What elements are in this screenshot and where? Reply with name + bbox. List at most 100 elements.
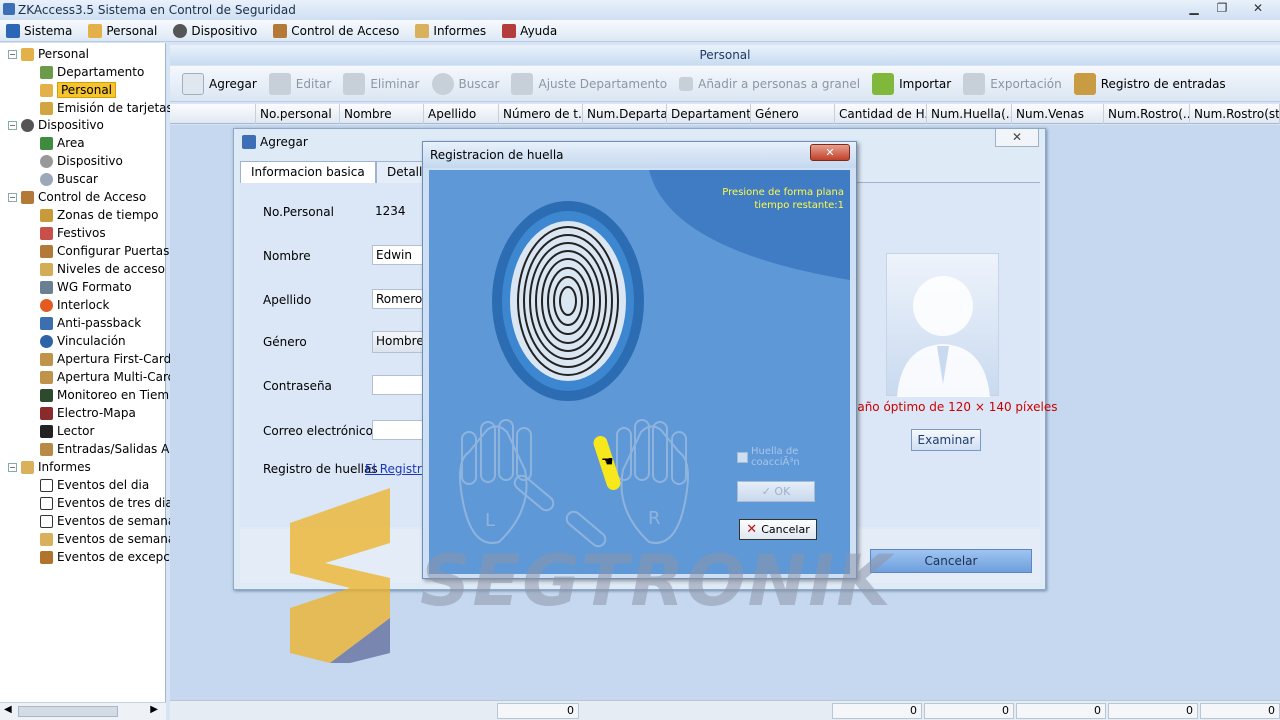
col-departamento[interactable]: Departamento xyxy=(667,103,751,124)
col-no-personal[interactable]: No.personal xyxy=(256,103,340,124)
coaccion-checkbox-row[interactable]: Huella de coacciÃ³n xyxy=(737,446,850,468)
report-icon xyxy=(415,23,430,38)
department-icon xyxy=(40,65,53,79)
menu-personal[interactable]: Personal xyxy=(88,23,157,38)
tree-item-zonas-tiempo[interactable]: Zonas de tiempo xyxy=(40,206,158,224)
apellido-field[interactable]: Romero xyxy=(372,289,428,309)
exportacion-button[interactable]: Exportación xyxy=(963,72,1062,95)
ok-button[interactable]: ✓ OK xyxy=(737,481,815,502)
sidebar-horizontal-scrollbar[interactable]: ◀ ▶ xyxy=(0,702,166,720)
registro-huellas-link[interactable]: El Registro xyxy=(365,462,429,476)
no-personal-field[interactable]: 1234 xyxy=(372,202,428,222)
editar-button[interactable]: Editar xyxy=(268,72,331,95)
tree-item-configurar-puertas[interactable]: Configurar Puertas xyxy=(40,242,169,260)
eliminar-button[interactable]: Eliminar xyxy=(343,72,420,95)
anadir-granel-button[interactable]: Añadir a personas a granel xyxy=(679,76,860,91)
col-num-huella[interactable]: Num.Huella(... xyxy=(927,103,1012,124)
tree-item-eventos-excepcion[interactable]: Eventos de excepcio xyxy=(40,548,181,566)
tree-item-dispositivo[interactable]: Dispositivo xyxy=(40,152,123,170)
tree-item-anti-passback[interactable]: Anti-passback xyxy=(40,314,141,332)
map-icon xyxy=(40,406,53,420)
collapse-toggle-icon[interactable]: − xyxy=(8,192,17,202)
tree-item-eventos-tres-dias[interactable]: Eventos de tres dias xyxy=(40,494,179,512)
tree-item-eventos-dia[interactable]: Eventos del dia xyxy=(40,476,149,494)
tree-item-apertura-first-card[interactable]: Apertura First-Card xyxy=(40,350,171,368)
col-num-rostro[interactable]: Num.Rostro(... xyxy=(1104,103,1190,124)
examinar-button[interactable]: Examinar xyxy=(911,429,981,451)
tree-item-eventos-semana[interactable]: Eventos de semana xyxy=(40,512,175,530)
menu-control-acceso[interactable]: Control de Acceso xyxy=(273,23,399,38)
correo-field[interactable] xyxy=(372,420,428,440)
scroll-right-icon[interactable]: ▶ xyxy=(150,704,158,715)
status-count: 0 xyxy=(1016,703,1106,719)
report-icon xyxy=(21,460,34,474)
col-num-departamento[interactable]: Num.Departa... xyxy=(583,103,667,124)
tree-item-emision-tarjetas[interactable]: Emisión de tarjetas xyxy=(40,99,173,117)
tree-item-apertura-multi-card[interactable]: Apertura Multi-Card xyxy=(40,368,175,386)
tree-item-eventos-semana-2[interactable]: Eventos de semana xyxy=(40,530,175,548)
tree-item-wg-formato[interactable]: WG Formato xyxy=(40,278,132,296)
agregar-close-button[interactable]: ✕ xyxy=(995,129,1039,147)
tree-group-personal[interactable]: − Personal xyxy=(8,45,89,63)
tree-group-dispositivo[interactable]: − Dispositivo xyxy=(8,116,104,134)
ajuste-departamento-button[interactable]: Ajuste Departamento xyxy=(511,72,667,95)
agregar-cancel-button[interactable]: Cancelar xyxy=(870,549,1032,573)
scroll-left-icon[interactable]: ◀ xyxy=(4,704,12,715)
tree-item-departamento[interactable]: Departamento xyxy=(40,63,144,81)
col-genero[interactable]: Género xyxy=(751,103,835,124)
maximize-button[interactable]: ❐ xyxy=(1208,0,1236,18)
scroll-thumb[interactable] xyxy=(18,706,118,717)
huella-title: Registracion de huella xyxy=(423,142,856,168)
tree-item-interlock[interactable]: Interlock xyxy=(40,296,109,314)
col-num-rostro-st[interactable]: Num.Rostro(st... xyxy=(1190,103,1280,124)
photo-placeholder xyxy=(886,253,999,397)
huella-body: L R ☚ Presione de forma plana tiempo res… xyxy=(429,170,850,574)
tree-group-informes[interactable]: − Informes xyxy=(8,458,91,476)
collapse-toggle-icon[interactable]: − xyxy=(8,49,17,59)
tree-item-vinculacion[interactable]: Vinculación xyxy=(40,332,126,350)
tree-group-control-acceso[interactable]: − Control de Acceso xyxy=(8,188,146,206)
registro-entradas-button[interactable]: Registro de entradas xyxy=(1073,72,1226,95)
genero-select[interactable]: Hombre xyxy=(372,331,428,353)
tree-item-niveles-acceso[interactable]: Niveles de acceso xyxy=(40,260,165,278)
menu-sistema[interactable]: Sistema xyxy=(6,23,72,38)
nombre-field[interactable]: Edwin xyxy=(372,245,428,265)
collapse-toggle-icon[interactable]: − xyxy=(8,462,17,472)
menu-ayuda[interactable]: Ayuda xyxy=(502,23,557,38)
sidebar-tree: − Personal Departamento Personal Emisión … xyxy=(0,43,184,720)
tree-item-area[interactable]: Area xyxy=(40,134,85,152)
tree-item-lector[interactable]: Lector xyxy=(40,422,94,440)
collapse-toggle-icon[interactable]: − xyxy=(8,120,17,130)
col-cantidad-huellas[interactable]: Cantidad de H... xyxy=(835,103,927,124)
select-all-cell[interactable] xyxy=(170,104,220,124)
tree-item-buscar[interactable]: Buscar xyxy=(40,170,98,188)
genero-label: Género xyxy=(263,335,307,349)
col-numero-tarjeta[interactable]: Número de t... xyxy=(499,103,583,124)
report-icon xyxy=(40,532,53,546)
minimize-button[interactable]: ▁ xyxy=(1180,0,1208,18)
buscar-button[interactable]: Buscar xyxy=(431,72,499,95)
col-apellido[interactable]: Apellido xyxy=(424,103,499,124)
col-nombre[interactable]: Nombre xyxy=(340,103,424,124)
col-num-venas[interactable]: Num.Venas xyxy=(1012,103,1104,124)
importar-button[interactable]: Importar xyxy=(872,72,951,95)
tree-item-monitoreo[interactable]: Monitoreo en Tiempo xyxy=(40,386,184,404)
tree-item-festivos[interactable]: Festivos xyxy=(40,224,106,242)
tree-item-personal[interactable]: Personal xyxy=(40,81,117,99)
tab-informacion-basica[interactable]: Informacion basica xyxy=(240,161,376,183)
person-icon xyxy=(88,23,103,38)
huella-cancel-button[interactable]: ✕ Cancelar xyxy=(739,519,817,540)
close-window-button[interactable]: ✕ xyxy=(1240,0,1276,18)
menu-dispositivo[interactable]: Dispositivo xyxy=(173,23,257,38)
grid-header: No.personal Nombre Apellido Número de t.… xyxy=(170,103,1280,124)
coaccion-checkbox[interactable] xyxy=(737,451,748,463)
tree-item-entradas-salidas[interactable]: Entradas/Salidas Au xyxy=(40,440,177,458)
nombre-label: Nombre xyxy=(263,249,311,263)
menu-informes[interactable]: Informes xyxy=(415,23,486,38)
key-icon xyxy=(40,262,53,276)
agregar-button[interactable]: Agregar xyxy=(182,72,257,95)
report-day-icon xyxy=(40,478,53,492)
tree-item-electro-mapa[interactable]: Electro-Mapa xyxy=(40,404,136,422)
contrasena-field[interactable] xyxy=(372,375,428,395)
huella-close-button[interactable]: ✕ xyxy=(810,144,850,161)
